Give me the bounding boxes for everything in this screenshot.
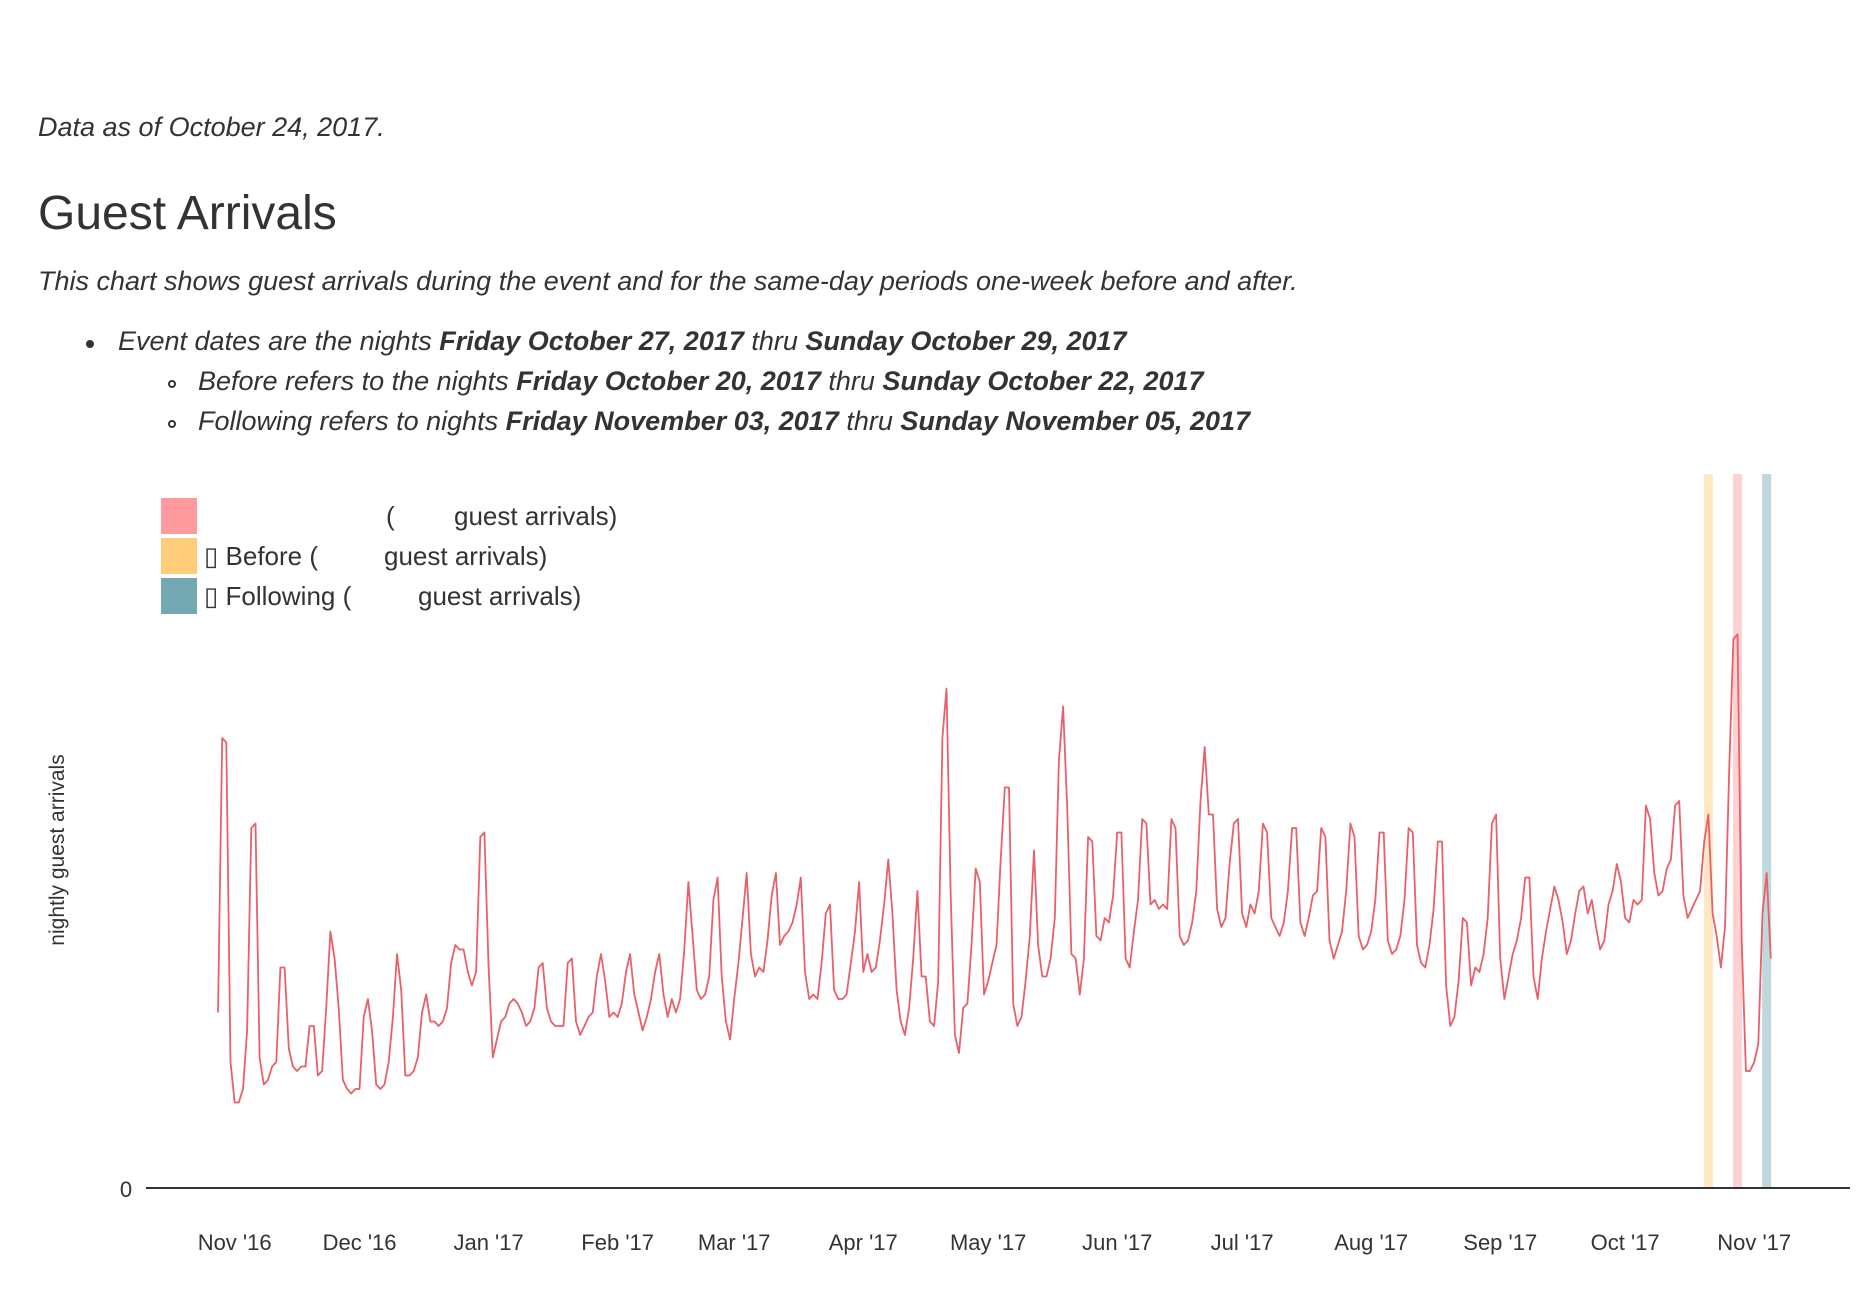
x-tick-label: Jun '17 [1082,1230,1152,1255]
x-tick-label: Dec '16 [323,1230,397,1255]
guest-arrivals-chart: 0 nightly guest arrivals Nov '16 Dec '16 Jan… [46,474,1850,1255]
legend-suffix-event: guest arrivals) [454,501,617,531]
legend-suffix-before: guest arrivals) [384,541,547,571]
legend-label-following: ▯ Following ( [204,581,352,611]
x-tick-label: Aug '17 [1334,1230,1408,1255]
legend-suffix-following: guest arrivals) [418,581,581,611]
y-tick-label: 0 [120,1177,132,1202]
legend-swatch-event [161,498,197,534]
x-tick-label: Nov '17 [1717,1230,1791,1255]
legend-label-event: ( [386,501,395,531]
x-tick-label: Mar '17 [698,1230,771,1255]
x-tick-label: Sep '17 [1463,1230,1537,1255]
x-tick-label: Oct '17 [1591,1230,1660,1255]
x-tick-label: Feb '17 [581,1230,654,1255]
legend-label-before: ▯ Before ( [204,541,318,571]
x-tick-label: Apr '17 [829,1230,898,1255]
guest-arrivals-line [217,633,1772,1104]
x-tick-label: May '17 [950,1230,1026,1255]
y-axis-label: nightly guest arrivals [46,754,69,945]
legend-swatch-before [161,538,197,574]
highlight-band-following [1762,474,1772,1188]
x-tick-label: Jan '17 [453,1230,523,1255]
x-tick-label: Nov '16 [198,1230,272,1255]
legend-swatch-following [161,578,197,614]
x-tick-label: Jul '17 [1211,1230,1274,1255]
